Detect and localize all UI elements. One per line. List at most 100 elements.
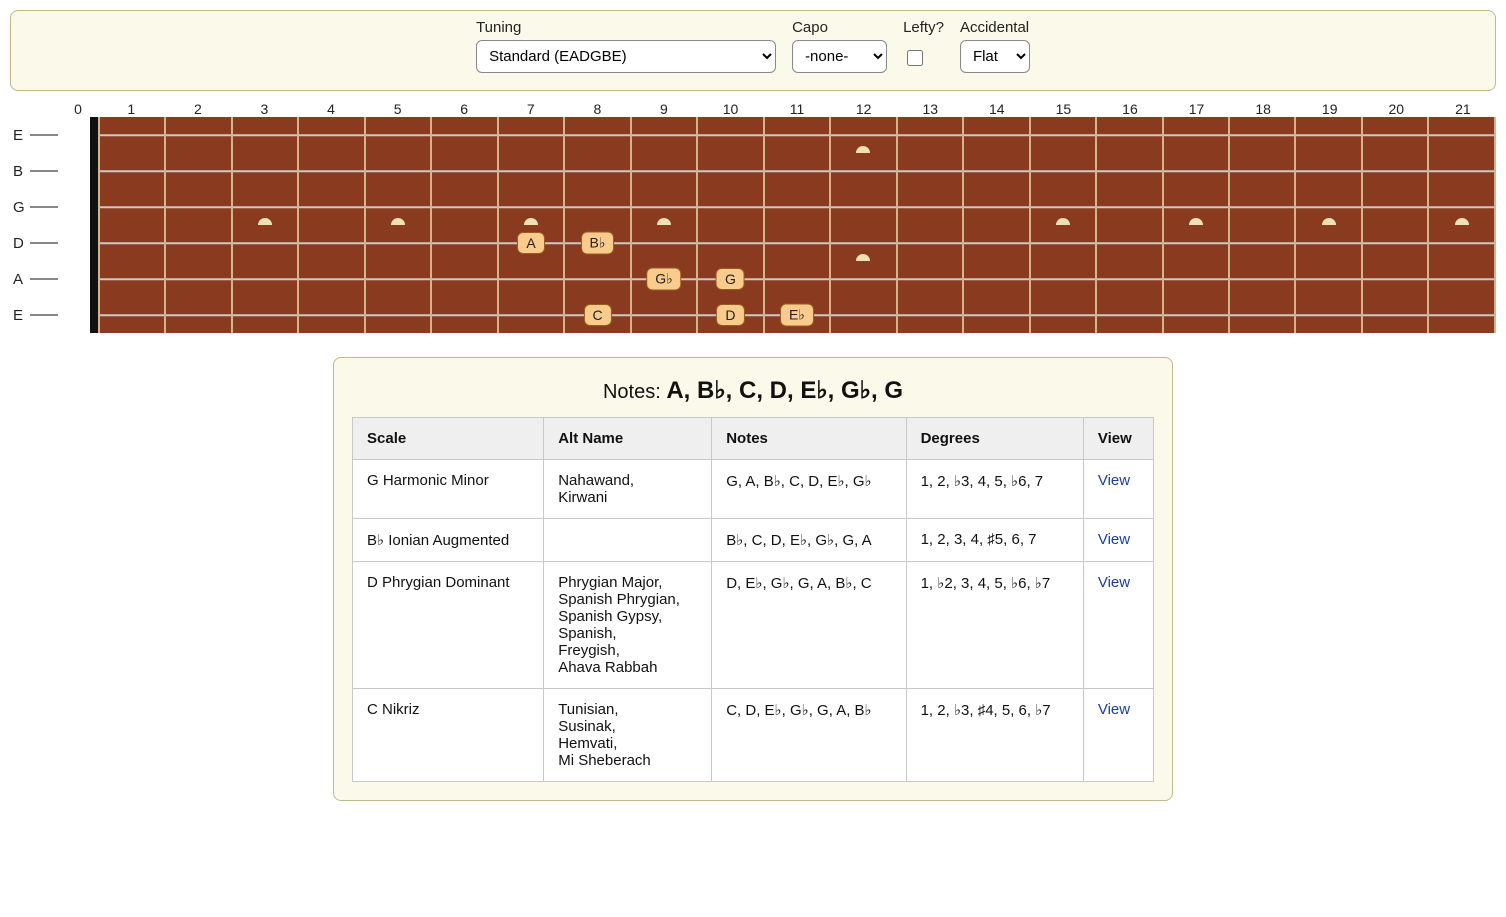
fret-cell[interactable]	[1097, 225, 1163, 261]
note-marker[interactable]: A	[517, 232, 545, 254]
fret-cell[interactable]	[1230, 117, 1296, 153]
fret-cell[interactable]	[1164, 117, 1230, 153]
fret-cell[interactable]	[1296, 225, 1362, 261]
view-link[interactable]: View	[1098, 574, 1130, 591]
fret-cell[interactable]	[1363, 261, 1429, 297]
fret-cell[interactable]	[98, 117, 166, 153]
fret-cell[interactable]	[831, 261, 897, 297]
fret-cell[interactable]	[698, 189, 764, 225]
fret-cell[interactable]	[233, 261, 299, 297]
fret-cell[interactable]: C	[565, 297, 631, 333]
fret-cell[interactable]	[233, 225, 299, 261]
fret-cell[interactable]	[98, 297, 166, 333]
fret-cell[interactable]	[1230, 153, 1296, 189]
capo-select[interactable]: -none-	[792, 40, 887, 73]
fret-cell[interactable]	[1429, 189, 1495, 225]
fret-cell[interactable]	[1164, 225, 1230, 261]
fret-cell[interactable]	[98, 189, 166, 225]
fret-cell[interactable]: G♭	[632, 261, 698, 297]
fret-cell[interactable]	[1097, 297, 1163, 333]
fret-cell[interactable]	[831, 189, 897, 225]
fret-cell[interactable]	[299, 297, 365, 333]
note-marker[interactable]: C	[583, 304, 611, 326]
fret-cell[interactable]	[166, 225, 232, 261]
fret-cell[interactable]	[366, 225, 432, 261]
fret-cell[interactable]: E♭	[765, 297, 831, 333]
lefty-checkbox[interactable]	[907, 50, 923, 66]
fret-cell[interactable]	[1164, 153, 1230, 189]
fret-cell[interactable]	[831, 153, 897, 189]
fret-cell[interactable]	[1296, 189, 1362, 225]
fret-cell[interactable]	[432, 297, 498, 333]
fret-cell[interactable]	[299, 153, 365, 189]
fret-cell[interactable]	[632, 189, 698, 225]
fret-cell[interactable]	[1097, 261, 1163, 297]
fret-cell[interactable]	[765, 189, 831, 225]
fret-cell[interactable]: D	[698, 297, 764, 333]
note-marker[interactable]: G♭	[646, 268, 682, 291]
fret-cell[interactable]	[98, 261, 166, 297]
fret-cell[interactable]: G	[698, 261, 764, 297]
fret-cell[interactable]	[898, 297, 964, 333]
fret-cell[interactable]	[1031, 117, 1097, 153]
fret-cell[interactable]	[233, 189, 299, 225]
fret-cell[interactable]	[1230, 225, 1296, 261]
fret-cell[interactable]	[898, 117, 964, 153]
fret-cell[interactable]	[1363, 225, 1429, 261]
fret-cell[interactable]	[432, 117, 498, 153]
fret-cell[interactable]	[166, 261, 232, 297]
fret-cell[interactable]	[565, 189, 631, 225]
fret-cell[interactable]	[1230, 297, 1296, 333]
fret-cell[interactable]	[432, 189, 498, 225]
fret-cell[interactable]	[1363, 189, 1429, 225]
fret-cell[interactable]	[964, 297, 1030, 333]
fret-cell[interactable]	[166, 297, 232, 333]
fret-cell[interactable]	[964, 225, 1030, 261]
fret-cell[interactable]	[1031, 153, 1097, 189]
fret-cell[interactable]	[1164, 297, 1230, 333]
fret-cell[interactable]	[1363, 297, 1429, 333]
fret-cell[interactable]	[1429, 297, 1495, 333]
fret-cell[interactable]	[964, 117, 1030, 153]
fret-cell[interactable]	[299, 225, 365, 261]
fret-cell[interactable]	[1230, 261, 1296, 297]
fret-cell[interactable]	[1363, 117, 1429, 153]
fret-cell[interactable]	[898, 225, 964, 261]
fret-cell[interactable]	[1031, 297, 1097, 333]
fret-cell[interactable]	[632, 117, 698, 153]
fret-cell[interactable]	[499, 153, 565, 189]
fret-cell[interactable]	[299, 189, 365, 225]
fret-cell[interactable]	[1363, 153, 1429, 189]
fret-cell[interactable]	[565, 153, 631, 189]
fret-cell[interactable]	[1031, 189, 1097, 225]
note-marker[interactable]: E♭	[780, 304, 814, 327]
fret-cell[interactable]	[166, 189, 232, 225]
fret-cell[interactable]	[1097, 153, 1163, 189]
fret-cell[interactable]	[233, 297, 299, 333]
note-marker[interactable]: D	[716, 304, 744, 326]
fret-cell[interactable]	[166, 153, 232, 189]
fret-cell[interactable]	[765, 153, 831, 189]
fret-cell[interactable]: B♭	[565, 225, 631, 261]
fret-cell[interactable]	[831, 297, 897, 333]
fret-cell[interactable]	[1429, 117, 1495, 153]
fret-cell[interactable]	[698, 153, 764, 189]
fret-cell[interactable]	[432, 261, 498, 297]
fret-cell[interactable]	[432, 153, 498, 189]
fret-cell[interactable]	[831, 117, 897, 153]
note-marker[interactable]: G	[716, 268, 745, 290]
fret-cell[interactable]	[233, 117, 299, 153]
fret-cell[interactable]	[565, 261, 631, 297]
fret-cell[interactable]	[765, 225, 831, 261]
fret-cell[interactable]	[632, 297, 698, 333]
fret-cell[interactable]	[499, 261, 565, 297]
fret-cell[interactable]	[1296, 117, 1362, 153]
fret-cell[interactable]	[366, 117, 432, 153]
fret-cell[interactable]	[366, 261, 432, 297]
fret-cell[interactable]	[632, 225, 698, 261]
fret-cell[interactable]	[299, 261, 365, 297]
fret-cell[interactable]	[898, 189, 964, 225]
view-link[interactable]: View	[1098, 531, 1130, 548]
fret-cell[interactable]	[1296, 297, 1362, 333]
fret-cell[interactable]	[1031, 225, 1097, 261]
